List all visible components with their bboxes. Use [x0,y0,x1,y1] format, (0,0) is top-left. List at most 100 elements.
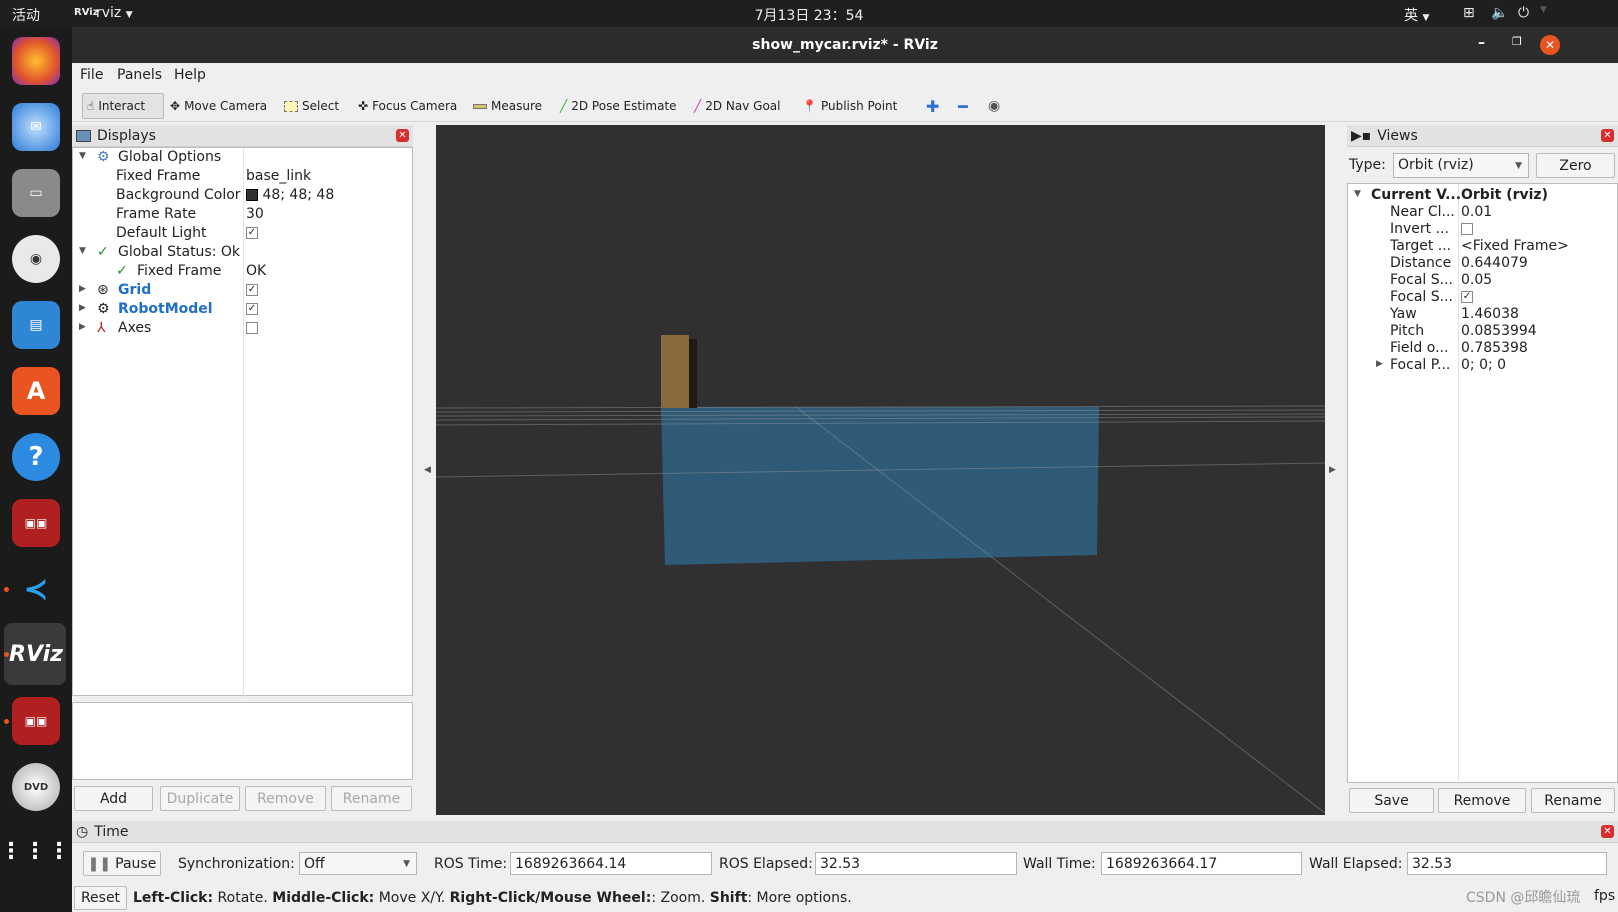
close-icon[interactable]: ✕ [1540,35,1560,55]
volume-icon[interactable]: 🔈 [1491,5,1508,21]
tree-row-view-property[interactable]: Yaw 1.46038 [1348,306,1617,324]
expand-chevron-down-icon[interactable]: ▼ [1354,189,1361,199]
rename-view-button[interactable]: Rename [1531,788,1615,813]
terminal-icon[interactable]: ▣▣ [12,499,60,547]
view-property-value[interactable] [1461,221,1473,237]
rhythmbox-icon[interactable]: ◉ [12,235,60,283]
view-property-value[interactable]: 0.644079 [1461,255,1528,271]
tree-row-view-property[interactable]: Focal S... 0.05 [1348,272,1617,290]
default-light-checkbox[interactable]: ✓ [246,227,258,239]
terminal-icon[interactable]: ▣▣ [12,697,60,745]
reset-button[interactable]: Reset [74,886,127,910]
minimize-icon[interactable]: – [1478,35,1485,51]
tree-row-current-view[interactable]: ▼ Current V... Orbit (rviz) [1348,187,1617,205]
expand-chevron-down-icon[interactable]: ▼ [79,151,86,161]
system-menu-chevron-icon[interactable]: ▼ [1540,5,1547,15]
grid-checkbox[interactable]: ✓ [246,284,258,296]
pause-button[interactable]: ❚❚ Pause [83,851,161,876]
tree-row-view-property[interactable]: Near Cl... 0.01 [1348,204,1617,222]
menu-file[interactable]: File [80,67,103,83]
writer-icon[interactable]: ▤ [12,301,60,349]
interact-tool-button[interactable]: ☝ Interact [82,93,164,119]
view-property-value[interactable]: ✓ [1461,289,1473,305]
view-property-value[interactable]: 0.0853994 [1461,323,1537,339]
rename-display-button[interactable]: Rename [331,786,412,811]
dvd-icon[interactable]: DVD [12,763,60,811]
expand-chevron-down-icon[interactable]: ▼ [79,246,86,256]
show-apps-icon[interactable]: ⋮⋮⋮ [0,827,70,875]
expand-chevron-right-icon[interactable]: ▶ [1376,359,1383,369]
tree-row-view-property[interactable]: Field o... 0.785398 [1348,340,1617,358]
tree-row-view-property[interactable]: Focal S... ✓ [1348,289,1617,307]
window-title-bar[interactable]: show_mycar.rviz* - RViz – ❐ ✕ [72,27,1618,63]
rviz-dock-icon[interactable]: RViz [9,630,63,678]
tree-row-view-property[interactable]: Distance 0.644079 [1348,255,1617,273]
tree-row-background-color[interactable]: Background Color 48; 48; 48 [73,187,412,205]
software-center-icon[interactable]: A [12,367,60,415]
add-display-button[interactable]: Add [74,786,153,811]
wall-time-field[interactable]: 1689263664.17 [1101,852,1302,875]
select-tool-button[interactable]: Select [280,93,343,119]
tree-row-fixed-frame[interactable]: Fixed Frame base_link [73,168,412,186]
close-icon[interactable]: ✕ [1601,825,1614,838]
add-tool-icon[interactable]: ✚ [922,93,943,119]
clock[interactable]: 7月13日 23：54 [0,5,1618,25]
tree-row-axes[interactable]: ▶ ⅄ Axes [73,320,412,338]
power-icon[interactable]: ⏻ [1518,5,1529,21]
files-icon[interactable]: ▭ [12,169,60,217]
duplicate-display-button[interactable]: Duplicate [160,786,240,811]
ros-elapsed-field[interactable]: 32.53 [815,852,1017,875]
save-view-button[interactable]: Save [1349,788,1434,813]
collapse-left-chevron-icon[interactable]: ◀ [424,465,431,475]
tree-row-grid[interactable]: ▶ ⊛ Grid ✓ [73,282,412,300]
move-camera-tool-button[interactable]: ✥ Move Camera [166,93,271,119]
tree-row-global-status[interactable]: ▼ ✓ Global Status: Ok [73,244,412,262]
expand-chevron-right-icon[interactable]: ▶ [79,322,86,332]
close-icon[interactable]: ✕ [1601,129,1614,142]
tree-row-status-fixed-frame[interactable]: ✓ Fixed Frame OK [73,263,412,281]
zero-view-button[interactable]: Zero [1536,153,1615,178]
expand-chevron-right-icon[interactable]: ▶ [79,284,86,294]
close-icon[interactable]: ✕ [396,129,409,142]
firefox-icon[interactable] [12,37,60,85]
network-icon[interactable]: ⊞ [1463,5,1475,21]
input-method-indicator[interactable]: 英 ▼ [1404,5,1429,25]
maximize-icon[interactable]: ❐ [1512,35,1522,48]
remove-tool-icon[interactable]: ━ [954,93,972,119]
view-property-value[interactable]: 0.785398 [1461,340,1528,356]
view-type-dropdown[interactable]: Orbit (rviz) ▼ [1393,153,1529,178]
remove-view-button[interactable]: Remove [1438,788,1526,813]
ros-time-field[interactable]: 1689263664.14 [510,852,712,875]
vscode-icon[interactable]: ≺ [12,565,60,613]
color-swatch[interactable] [246,189,258,201]
view-property-value[interactable]: 0.05 [1461,272,1492,288]
measure-tool-button[interactable]: Measure [469,93,546,119]
collapse-right-chevron-icon[interactable]: ▶ [1329,465,1336,475]
help-icon[interactable]: ? [12,433,60,481]
menu-help[interactable]: Help [174,67,206,83]
focus-camera-tool-button[interactable]: ✜ Focus Camera [354,93,461,119]
robot-model-checkbox[interactable]: ✓ [246,303,258,315]
publish-point-tool-button[interactable]: 📍 Publish Point [798,93,901,119]
tree-row-default-light[interactable]: Default Light ✓ [73,225,412,243]
tree-row-view-property[interactable]: Invert ... [1348,221,1617,239]
tree-row-view-property[interactable]: Target ... <Fixed Frame> [1348,238,1617,256]
view-property-value[interactable]: 1.46038 [1461,306,1519,322]
pose-estimate-tool-button[interactable]: ╱ 2D Pose Estimate [556,93,681,119]
menu-panels[interactable]: Panels [117,67,162,83]
tree-row-frame-rate[interactable]: Frame Rate 30 [73,206,412,224]
axes-checkbox[interactable] [246,322,258,334]
3d-render-viewport[interactable] [436,125,1325,815]
view-property-checkbox[interactable]: ✓ [1461,291,1473,303]
remove-display-button[interactable]: Remove [245,786,326,811]
tree-row-global-options[interactable]: ▼ ⚙ Global Options [73,149,412,167]
tree-row-view-property[interactable]: Pitch 0.0853994 [1348,323,1617,341]
sync-dropdown[interactable]: Off ▼ [299,852,417,875]
tree-row-robot-model[interactable]: ▶ ⚙ RobotModel ✓ [73,301,412,319]
view-property-value[interactable]: 0; 0; 0 [1461,357,1506,373]
tool-properties-eye-icon[interactable]: ◉ [984,93,1004,119]
expand-chevron-right-icon[interactable]: ▶ [79,303,86,313]
view-property-value[interactable]: 0.01 [1461,204,1492,220]
thunderbird-icon[interactable]: ✉ [12,103,60,151]
wall-elapsed-field[interactable]: 32.53 [1407,852,1607,875]
